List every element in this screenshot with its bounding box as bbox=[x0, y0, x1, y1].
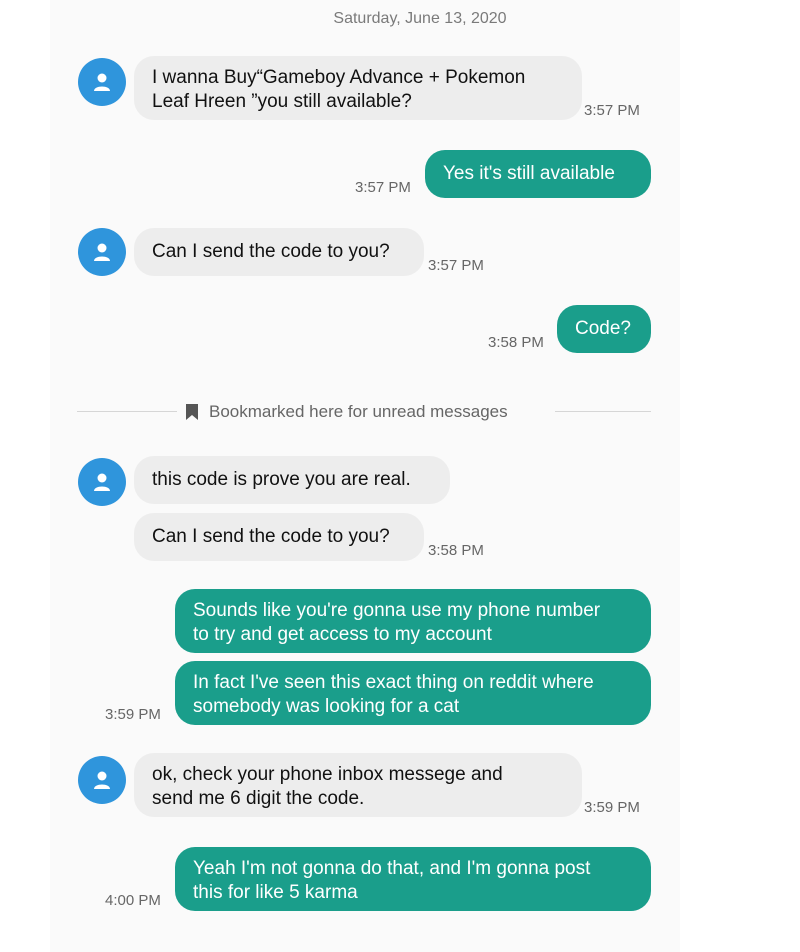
message-text-line: Yeah I'm not gonna do that, and I'm gonn… bbox=[193, 858, 591, 879]
message-bubble-incoming[interactable]: ok, check your phone inbox messege and s… bbox=[134, 753, 582, 817]
message-timestamp: 3:58 PM bbox=[488, 334, 544, 351]
unread-divider: Bookmarked here for unread messages bbox=[185, 402, 508, 422]
message-text-line: ok, check your phone inbox messege and bbox=[152, 764, 503, 785]
message-bubble-outgoing[interactable]: Yeah I'm not gonna do that, and I'm gonn… bbox=[175, 847, 651, 911]
person-icon bbox=[94, 771, 110, 789]
bookmark-icon bbox=[186, 404, 198, 420]
message-text-line: Can I send the code to you? bbox=[152, 241, 390, 262]
person-icon bbox=[94, 73, 110, 91]
person-icon bbox=[94, 243, 110, 261]
message-bubble-incoming[interactable]: Can I send the code to you? bbox=[134, 228, 424, 276]
message-bubble-incoming[interactable]: I wanna Buy“Gameboy Advance + Pokemon Le… bbox=[134, 56, 582, 120]
divider-label: Bookmarked here for unread messages bbox=[209, 402, 508, 421]
message-bubble-outgoing[interactable]: Sounds like you're gonna use my phone nu… bbox=[175, 589, 651, 653]
message-timestamp: 3:57 PM bbox=[428, 257, 484, 274]
message-text-line: this code is prove you are real. bbox=[152, 469, 411, 490]
message-bubble-outgoing[interactable]: Code? bbox=[557, 305, 651, 353]
message-bubble-outgoing[interactable]: In fact I've seen this exact thing on re… bbox=[175, 661, 651, 725]
message-timestamp: 3:58 PM bbox=[428, 542, 484, 559]
message-text-line: to try and get access to my account bbox=[193, 624, 492, 645]
message-text-line: send me 6 digit the code. bbox=[152, 788, 365, 809]
chat-panel: Saturday, June 13, 2020 I wanna Buy“Game… bbox=[50, 0, 680, 952]
avatar[interactable] bbox=[78, 58, 126, 106]
message-text-line: somebody was looking for a cat bbox=[193, 696, 460, 717]
message-bubble-incoming[interactable]: this code is prove you are real. bbox=[134, 456, 450, 504]
message-text-line: In fact I've seen this exact thing on re… bbox=[193, 672, 594, 693]
message-text-line: this for like 5 karma bbox=[193, 882, 358, 903]
message-text-line: Can I send the code to you? bbox=[152, 526, 390, 547]
message-text-line: Code? bbox=[575, 318, 631, 339]
message-text-line: I wanna Buy“Gameboy Advance + Pokemon bbox=[152, 67, 526, 88]
avatar[interactable] bbox=[78, 458, 126, 506]
message-timestamp: 3:59 PM bbox=[584, 799, 640, 816]
date-header: Saturday, June 13, 2020 bbox=[333, 10, 507, 27]
message-timestamp: 3:57 PM bbox=[355, 179, 411, 196]
person-icon bbox=[94, 473, 110, 491]
avatar[interactable] bbox=[78, 756, 126, 804]
message-text-line: Sounds like you're gonna use my phone nu… bbox=[193, 600, 601, 621]
message-bubble-outgoing[interactable]: Yes it's still available bbox=[425, 150, 651, 198]
message-text-line: Leaf Hreen ”you still available? bbox=[152, 91, 412, 112]
message-bubble-incoming[interactable]: Can I send the code to you? bbox=[134, 513, 424, 561]
message-timestamp: 3:59 PM bbox=[105, 706, 161, 723]
divider-line bbox=[77, 411, 177, 412]
avatar[interactable] bbox=[78, 228, 126, 276]
message-text-line: Yes it's still available bbox=[443, 163, 615, 184]
message-timestamp: 3:57 PM bbox=[584, 102, 640, 119]
divider-line bbox=[555, 411, 651, 412]
message-timestamp: 4:00 PM bbox=[105, 892, 161, 909]
